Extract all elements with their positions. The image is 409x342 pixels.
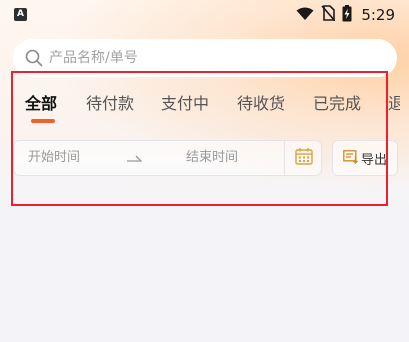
- active-tab-indicator: [31, 119, 55, 123]
- start-date-field[interactable]: 开始时间: [28, 141, 80, 175]
- no-sim-icon: [321, 5, 336, 25]
- end-date-field[interactable]: 结束时间: [186, 141, 238, 175]
- wifi-icon: [296, 6, 314, 25]
- tab-all[interactable]: 全部: [25, 90, 57, 118]
- tab-pending-payment[interactable]: 待付款: [86, 90, 134, 118]
- calendar-icon: [294, 147, 313, 169]
- tab-pending-receipt[interactable]: 待收货: [237, 90, 285, 118]
- calendar-button[interactable]: [284, 140, 322, 176]
- tab-completed[interactable]: 已完成: [313, 90, 361, 118]
- export-label: 导出: [361, 152, 388, 168]
- date-range-picker: 开始时间 结束时间: [13, 140, 322, 176]
- search-input[interactable]: [49, 50, 369, 66]
- app-notification-icon: A: [14, 8, 27, 21]
- search-icon: [25, 49, 43, 67]
- battery-charging-icon: [342, 4, 352, 26]
- status-bar: A 5:29: [0, 0, 409, 30]
- tab-refund[interactable]: 退: [388, 90, 400, 118]
- status-icons: 5:29: [296, 4, 395, 26]
- export-icon: [343, 149, 359, 168]
- tab-paying[interactable]: 支付中: [161, 90, 209, 118]
- arrow-right-icon: [126, 151, 143, 165]
- clock: 5:29: [361, 6, 395, 24]
- export-button[interactable]: 导出: [332, 140, 398, 176]
- order-status-tabs: 全部 待付款 支付中 待收货 已完成 退: [0, 90, 400, 126]
- search-bar[interactable]: [13, 39, 397, 77]
